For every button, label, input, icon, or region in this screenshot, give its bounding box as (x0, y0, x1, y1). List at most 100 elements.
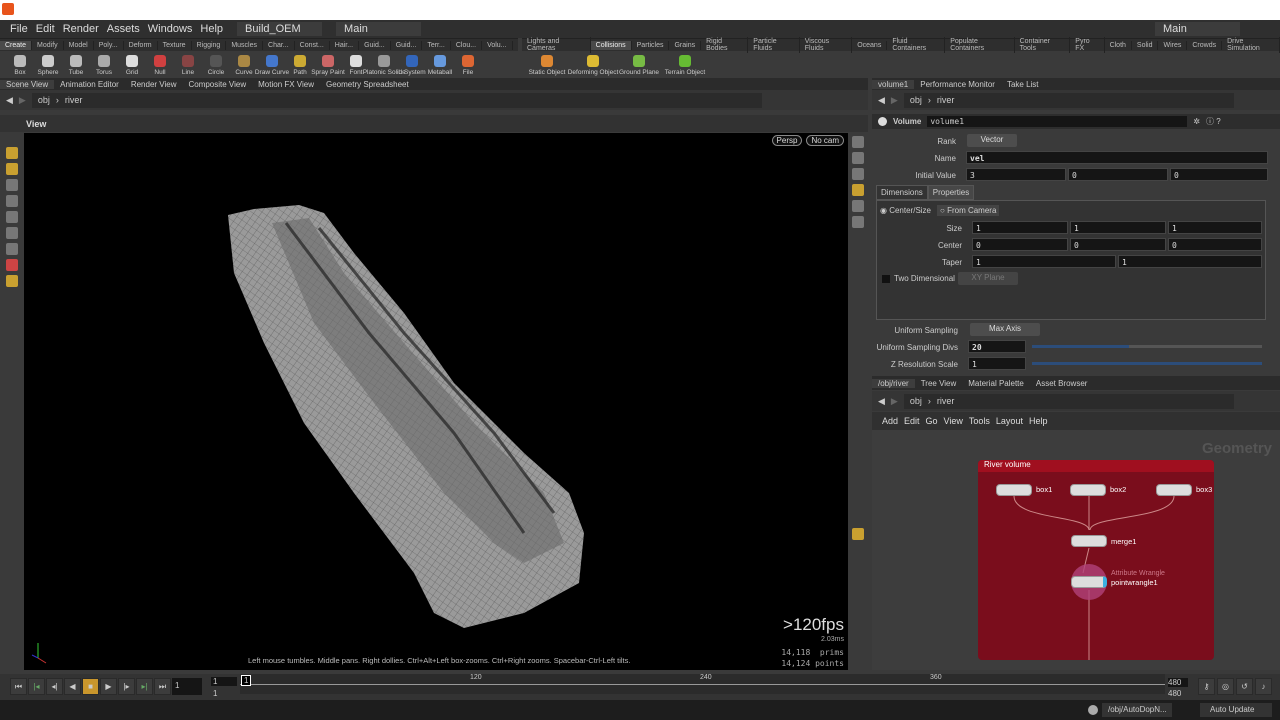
tab-populate-containers[interactable]: Populate Containers (945, 37, 1015, 53)
prev-key-button[interactable]: |◂ (28, 678, 45, 695)
tab-oceans[interactable]: Oceans (852, 40, 888, 50)
tab-guid-[interactable]: Guid... (391, 40, 423, 50)
start-frame-field[interactable]: 1 (211, 677, 237, 686)
center-z[interactable]: 0 (1168, 238, 1262, 251)
z-resolution-slider[interactable] (1032, 362, 1262, 365)
uniform-sampling-divs-field[interactable]: 20 (968, 340, 1026, 353)
tab-poly-[interactable]: Poly... (94, 40, 124, 50)
3d-viewport[interactable]: Persp No cam >120fps 2.03ms 14,118 prims… (24, 133, 848, 670)
node-name-field[interactable]: volume1 (927, 116, 1188, 127)
shelf-tool-grid[interactable]: Grid (118, 54, 146, 76)
shelf-tool-metaball[interactable]: Metaball (426, 54, 454, 76)
tab-container-tools[interactable]: Container Tools (1015, 37, 1071, 53)
tab-texture[interactable]: Texture (158, 40, 192, 50)
shelf-tool-ground-plane[interactable]: Ground Plane (618, 54, 660, 76)
tab-properties[interactable]: Properties (927, 185, 975, 200)
back-arrow-icon[interactable]: ◀ (6, 95, 13, 106)
realtime-icon[interactable]: ◎ (1217, 678, 1234, 695)
shelf-tool-null[interactable]: Null (146, 54, 174, 76)
forward-arrow-icon[interactable]: ▶ (19, 95, 26, 106)
tab-particles[interactable]: Particles (632, 40, 670, 50)
network-menu-layout[interactable]: Layout (996, 416, 1023, 426)
tab-animation-editor[interactable]: Animation Editor (54, 80, 125, 89)
tab-modify[interactable]: Modify (32, 40, 64, 50)
right-context-dropdown[interactable]: Main (1155, 22, 1240, 36)
tab-create[interactable]: Create (0, 40, 33, 50)
path-obj[interactable]: obj (910, 396, 922, 406)
context-dropdown[interactable]: Main (336, 22, 422, 36)
plane-menu[interactable]: XY Plane (958, 272, 1018, 285)
auto-update-menu[interactable]: Auto Update (1200, 703, 1272, 717)
shelf-tool-path[interactable]: Path (286, 54, 314, 76)
shelf-tool-circle[interactable]: Circle (202, 54, 230, 76)
play-button[interactable]: ▶ (100, 678, 117, 695)
node-merge1[interactable] (1071, 535, 1107, 547)
path-obj[interactable]: obj (38, 95, 50, 105)
back-arrow-icon[interactable]: ◀ (878, 95, 885, 106)
shelf-tool-tube[interactable]: Tube (62, 54, 90, 76)
tab-performance-monitor[interactable]: Performance Monitor (914, 80, 1001, 89)
tab-guid-[interactable]: Guid... (359, 40, 391, 50)
menu-windows[interactable]: Windows (148, 23, 193, 35)
shelf-tool-spray-paint[interactable]: Spray Paint (311, 54, 345, 76)
snap-icon[interactable] (6, 275, 18, 287)
scale-icon[interactable] (6, 227, 18, 239)
next-key-button[interactable]: ▸| (136, 678, 153, 695)
shelf-tool-line[interactable]: Line (174, 54, 202, 76)
node-box3[interactable] (1156, 484, 1192, 496)
step-back-button[interactable]: ◂| (46, 678, 63, 695)
initial-value-z[interactable]: 0 (1170, 168, 1268, 181)
taper-x[interactable]: 1 (972, 255, 1116, 268)
normals-icon[interactable] (852, 216, 864, 228)
back-arrow-icon[interactable]: ◀ (878, 396, 885, 407)
tab-volume1[interactable]: volume1 (872, 79, 915, 89)
frame-marker[interactable]: 1 (241, 675, 252, 686)
center-y[interactable]: 0 (1070, 238, 1166, 251)
tab-collisions[interactable]: Collisions (590, 40, 632, 50)
tab-muscles[interactable]: Muscles (226, 40, 264, 50)
shelf-tool-platonic-solids[interactable]: Platonic Solids (363, 54, 405, 76)
handle-icon[interactable] (6, 243, 18, 255)
tab-composite-view[interactable]: Composite View (182, 80, 252, 89)
dop-network-menu[interactable]: /obj/AutoDopN... (1102, 703, 1172, 717)
end-frame-field-2[interactable]: 480 (1168, 689, 1181, 698)
tab-lights-and-cameras[interactable]: Lights and Cameras (522, 37, 591, 53)
stop-button[interactable]: ■ (82, 678, 99, 695)
shelf-tool-box[interactable]: Box (6, 54, 34, 76)
forward-arrow-icon[interactable]: ▶ (891, 95, 898, 106)
shelf-tool-file[interactable]: File (454, 54, 482, 76)
network-menu-edit[interactable]: Edit (904, 416, 920, 426)
key-icon[interactable]: ⚷ (1198, 678, 1215, 695)
loop-icon[interactable]: ↺ (1236, 678, 1253, 695)
tab-tree-view[interactable]: Tree View (915, 379, 963, 388)
network-editor[interactable]: Geometry River volume box1 box2 box3 mer… (872, 430, 1280, 670)
network-menu-tools[interactable]: Tools (969, 416, 990, 426)
network-box-river-volume[interactable]: River volume box1 box2 box3 merge1 Attri… (978, 460, 1214, 660)
transform-icon[interactable] (6, 163, 18, 175)
gear-icon[interactable]: ✲ (1193, 117, 1200, 126)
network-menu-add[interactable]: Add (882, 416, 898, 426)
tab-grains[interactable]: Grains (669, 40, 702, 50)
tab-dimensions[interactable]: Dimensions (876, 185, 928, 200)
tab-hair-[interactable]: Hair... (330, 40, 360, 50)
z-resolution-field[interactable]: 1 (968, 357, 1026, 370)
timeline-scrubber[interactable]: 1 120 240 360 (240, 674, 1165, 694)
two-dimensional-checkbox[interactable] (882, 274, 890, 283)
jump-end-button[interactable]: ⏭ (154, 678, 171, 695)
tab-fluid-containers[interactable]: Fluid Containers (887, 37, 946, 53)
uniform-sampling-menu[interactable]: Max Axis (970, 323, 1040, 336)
tab-motion-fx-view[interactable]: Motion FX View (252, 80, 320, 89)
tab-scene-view[interactable]: Scene View (0, 79, 55, 89)
size-z[interactable]: 1 (1168, 221, 1262, 234)
tab-deform[interactable]: Deform (124, 40, 158, 50)
tab-pyro-fx[interactable]: Pyro FX (1070, 37, 1105, 53)
tab-wires[interactable]: Wires (1158, 40, 1188, 50)
step-forward-button[interactable]: |▸ (118, 678, 135, 695)
path-river[interactable]: river (937, 95, 955, 105)
rotate-icon[interactable] (6, 211, 18, 223)
node-box1[interactable] (996, 484, 1032, 496)
tab-cloth[interactable]: Cloth (1105, 40, 1132, 50)
audio-icon[interactable]: ♪ (1255, 678, 1272, 695)
menu-file[interactable]: File (10, 23, 28, 35)
rank-menu[interactable]: Vector (967, 134, 1017, 147)
